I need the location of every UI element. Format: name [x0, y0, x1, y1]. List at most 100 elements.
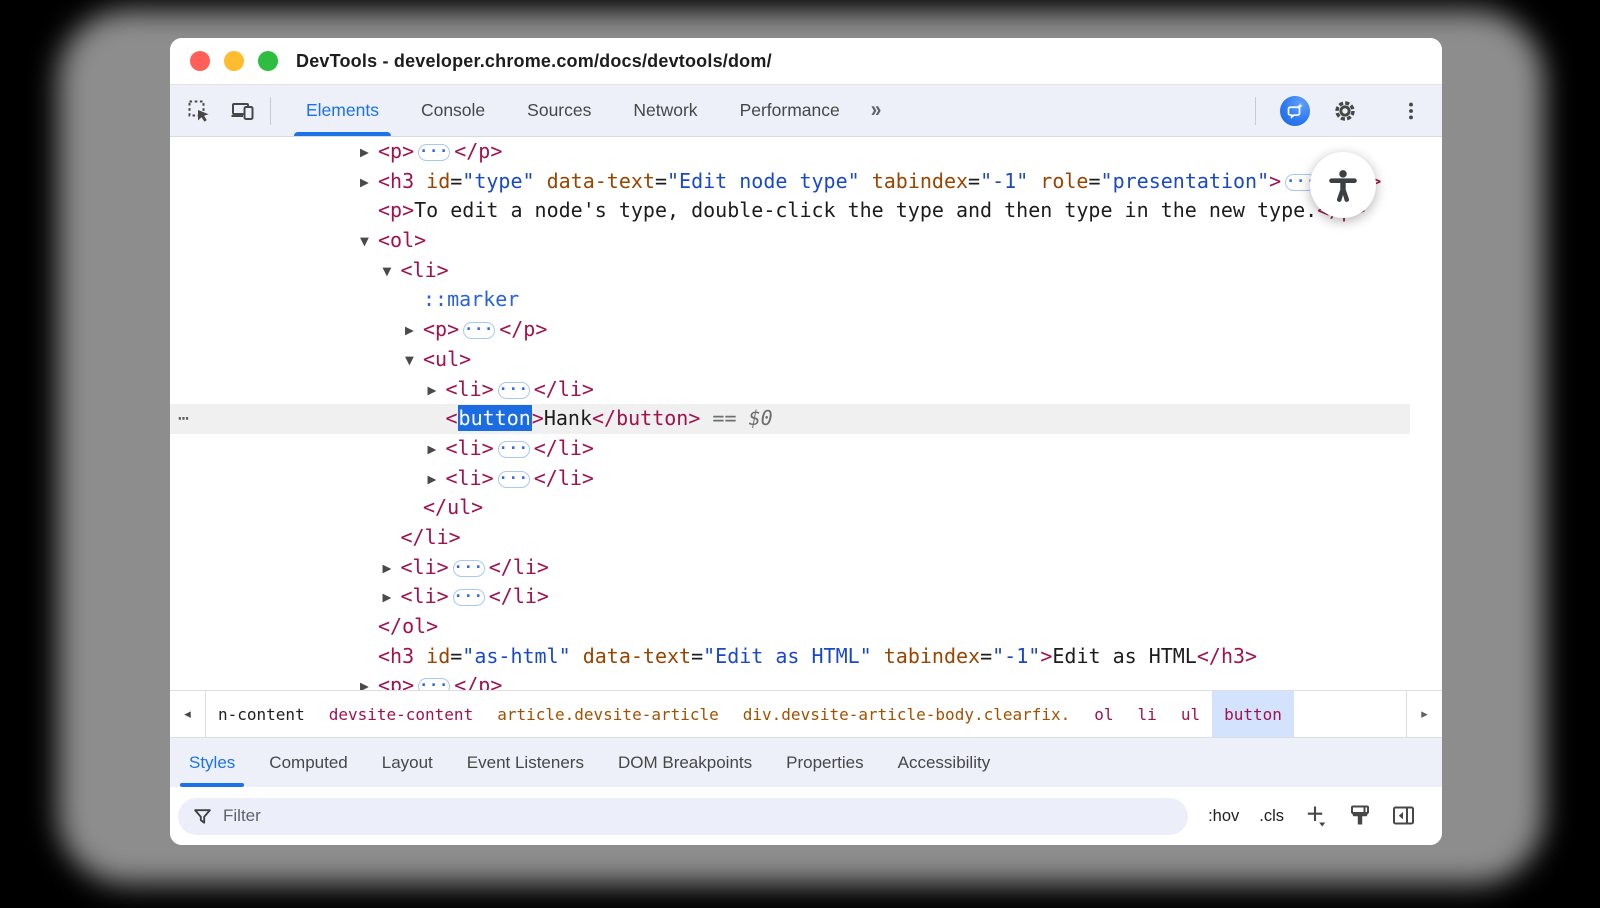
breadcrumb-item-li[interactable]: li: [1126, 691, 1169, 737]
ai-assistance-icon[interactable]: [1280, 96, 1310, 126]
expand-children-icon[interactable]: ···: [463, 322, 495, 339]
tab-event-listeners[interactable]: Event Listeners: [450, 738, 601, 787]
expand-children-icon[interactable]: ···: [498, 471, 530, 488]
more-menu-icon[interactable]: [1398, 98, 1424, 124]
expand-children-icon[interactable]: ···: [418, 144, 450, 161]
filter-input[interactable]: [223, 806, 1174, 826]
element-classes-button[interactable]: .cls: [1259, 807, 1284, 826]
more-panels-icon[interactable]: »: [861, 98, 891, 123]
dom-token-tag: <li>: [401, 258, 449, 282]
inspect-element-icon[interactable]: [186, 98, 212, 124]
dom-tree-row[interactable]: ▶<p>···</p>: [170, 315, 1442, 345]
device-toolbar-icon[interactable]: [230, 98, 256, 124]
dom-tree-row[interactable]: ▶<li>···</li>: [170, 375, 1442, 405]
expand-arrow-icon[interactable]: ▶: [360, 138, 378, 168]
tab-properties[interactable]: Properties: [769, 738, 880, 787]
expand-arrow-icon[interactable]: ▶: [428, 435, 446, 465]
collapse-arrow-icon[interactable]: ▼: [383, 257, 401, 287]
expand-children-icon[interactable]: ···: [453, 560, 485, 577]
tab-elements[interactable]: Elements: [285, 85, 400, 136]
dom-tree-row[interactable]: ▶<p>···</p>: [170, 671, 1442, 690]
tab-computed[interactable]: Computed: [252, 738, 364, 787]
dom-tree-row[interactable]: ▶<li>···</li>: [170, 464, 1442, 494]
dom-token-eq: ==: [700, 406, 748, 430]
expand-arrow-icon[interactable]: ▶: [428, 376, 446, 406]
tab-network[interactable]: Network: [612, 85, 718, 136]
dom-tree-row[interactable]: </li>: [170, 523, 1442, 553]
dom-tree-row[interactable]: ::marker: [170, 285, 1442, 315]
expand-arrow-icon[interactable]: ▶: [360, 672, 378, 690]
breadcrumb-scroll-right-icon[interactable]: ▸: [1406, 691, 1442, 737]
expand-arrow-icon[interactable]: ▶: [428, 465, 446, 495]
minimize-window-button[interactable]: [224, 51, 244, 71]
dom-tree-row[interactable]: ▼<ul>: [170, 345, 1442, 375]
toggle-sidebar-icon[interactable]: [1392, 804, 1416, 828]
dom-token-tag: </li>: [534, 466, 594, 490]
collapse-arrow-icon[interactable]: ▼: [360, 227, 378, 257]
dom-tree-row[interactable]: ▶<li>···</li>: [170, 553, 1442, 583]
tab-performance[interactable]: Performance: [719, 85, 861, 136]
dom-token-tag: </ul>: [423, 495, 483, 519]
expand-children-icon[interactable]: ···: [498, 441, 530, 458]
filter-pill: [178, 798, 1188, 835]
dom-tree-row[interactable]: ▼<li>: [170, 256, 1442, 286]
breadcrumb-item-div-devsite-article-body-clearfix-[interactable]: div.devsite-article-body.clearfix.: [731, 691, 1083, 737]
dom-token-val: "type": [462, 169, 534, 193]
tab-layout[interactable]: Layout: [365, 738, 450, 787]
expand-arrow-icon[interactable]: ▶: [383, 583, 401, 613]
expand-arrow-icon[interactable]: ▶: [405, 316, 423, 346]
dom-token-tag: </li>: [489, 555, 549, 579]
expand-arrow-icon[interactable]: ▶: [360, 168, 378, 198]
dom-tree-row[interactable]: <p>To edit a node's type, double-click t…: [170, 196, 1442, 226]
settings-gear-icon[interactable]: [1332, 98, 1358, 124]
expand-arrow-icon[interactable]: ▶: [383, 554, 401, 584]
tab-sources[interactable]: Sources: [506, 85, 612, 136]
dom-tree-row[interactable]: </ul>: [170, 493, 1442, 523]
breadcrumb-item-article-devsite-article[interactable]: article.devsite-article: [485, 691, 731, 737]
breadcrumb-item-n-content[interactable]: n-content: [206, 691, 317, 737]
elements-dom-tree: ▶<p>···</p>▶<h3 id="type" data-text="Edi…: [170, 137, 1442, 690]
breadcrumb-scroll-left-icon[interactable]: ◂: [170, 691, 206, 737]
dom-token-text: To edit a node's type, double-click the …: [414, 198, 1317, 222]
dom-token-text: Edit as HTML: [1052, 644, 1197, 668]
dom-tree-row[interactable]: ▼<ol>: [170, 226, 1442, 256]
tab-accessibility[interactable]: Accessibility: [881, 738, 1008, 787]
new-style-rule-button[interactable]: [1304, 804, 1328, 828]
expand-children-icon[interactable]: ···: [498, 382, 530, 399]
tab-console[interactable]: Console: [400, 85, 506, 136]
rendering-emulation-icon[interactable]: [1348, 804, 1372, 828]
breadcrumb-item-ul[interactable]: ul: [1169, 691, 1212, 737]
dom-token-attr: tabindex: [860, 169, 968, 193]
dom-token-val: "as-html": [462, 644, 570, 668]
close-window-button[interactable]: [190, 51, 210, 71]
dom-tree-row[interactable]: ▶<p>···</p>: [170, 137, 1442, 167]
dom-token-punct: =: [655, 169, 667, 193]
devtools-window: DevTools - developer.chrome.com/docs/dev…: [170, 38, 1442, 845]
dom-token-tag: <li>: [401, 555, 449, 579]
zoom-window-button[interactable]: [258, 51, 278, 71]
dom-tree-row[interactable]: <h3 id="as-html" data-text="Edit as HTML…: [170, 642, 1442, 672]
dom-tree-row[interactable]: ▶<li>···</li>: [170, 434, 1442, 464]
dom-token-ref: $0: [749, 406, 773, 430]
toggle-element-state-button[interactable]: :hov: [1208, 807, 1239, 826]
expand-children-icon[interactable]: ···: [453, 589, 485, 606]
tab-styles[interactable]: Styles: [172, 738, 252, 787]
dom-tree-row[interactable]: ▶<li>···</li>: [170, 582, 1442, 612]
breadcrumb-items: n-contentdevsite-contentarticle.devsite-…: [206, 691, 1294, 737]
panel-tab-strip: ElementsConsoleSourcesNetworkPerformance: [285, 85, 861, 136]
dom-token-tag: <li>: [401, 584, 449, 608]
dom-tree-row[interactable]: ▶<h3 id="type" data-text="Edit node type…: [170, 167, 1442, 197]
dom-token-tag: <: [446, 406, 458, 430]
breadcrumb-item-ol[interactable]: ol: [1082, 691, 1125, 737]
breadcrumb-item-button[interactable]: button: [1212, 691, 1294, 737]
tab-dom-breakpoints[interactable]: DOM Breakpoints: [601, 738, 769, 787]
expand-children-icon[interactable]: ···: [418, 678, 450, 690]
dom-token-tag: </h3>: [1197, 644, 1257, 668]
dom-tree-row-selected[interactable]: ⋯<button>Hank</button> == $0: [170, 404, 1410, 434]
dom-token-seltag: button: [458, 405, 532, 431]
collapse-arrow-icon[interactable]: ▼: [405, 346, 423, 376]
dom-tree-row[interactable]: </ol>: [170, 612, 1442, 642]
row-menu-dots-icon[interactable]: ⋯: [178, 404, 190, 434]
breadcrumb-item-devsite-content[interactable]: devsite-content: [317, 691, 486, 737]
dom-token-val: "-1": [992, 644, 1040, 668]
